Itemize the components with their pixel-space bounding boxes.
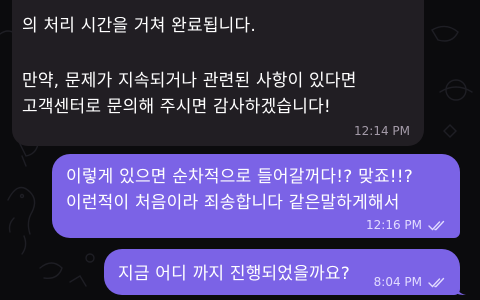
message-line: 만약, 문제가 지속되거나 관련된 사항이 있다면	[22, 71, 357, 91]
double-check-icon	[428, 277, 445, 288]
message-line: 의 처리 시간을 거쳐 완료됩니다.	[22, 16, 256, 36]
message-line: 이런적이 처음이라 죄송합니다 같은말하게해서	[66, 193, 400, 213]
outgoing-message-bubble: 이렇게 있으면 순차적으로 들어갈꺼다!? 맞죠!!? 이런적이 처음이라 죄송…	[52, 154, 460, 238]
message-line: 지금 어디 까지 진행되었을까요?	[118, 264, 350, 284]
message-line: 고객센터로 문의해 주시면 감사하겠습니다!	[22, 97, 331, 117]
double-check-icon	[428, 220, 445, 231]
bubble-tail	[456, 283, 466, 295]
message-timestamp: 8:04 PM	[373, 275, 422, 289]
message-timestamp: 12:14 PM	[354, 124, 410, 138]
message-timestamp: 12:16 PM	[366, 218, 422, 232]
incoming-message-bubble: 의 처리 시간을 거쳐 완료됩니다. 만약, 문제가 지속되거나 관련된 사항이…	[12, 0, 424, 146]
outgoing-message-bubble: 지금 어디 까지 진행되었을까요? 8:04 PM	[104, 249, 460, 295]
message-line: 이렇게 있으면 순차적으로 들어갈꺼다!? 맞죠!!?	[66, 167, 414, 187]
